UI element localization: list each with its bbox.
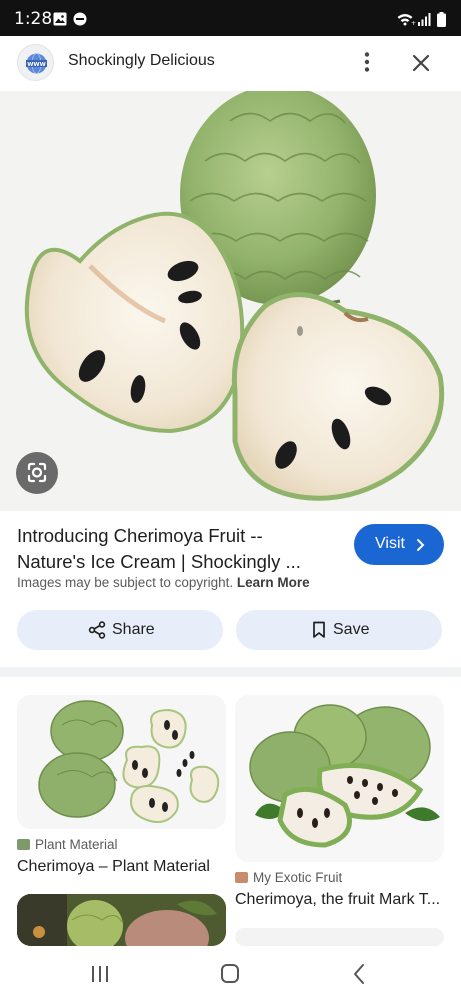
www-globe-icon: WWW (26, 53, 47, 74)
header-bar: WWW Shockingly Delicious (0, 36, 461, 91)
related-image-4[interactable] (235, 928, 444, 946)
related-source-2: My Exotic Fruit (235, 870, 342, 885)
learn-more-link[interactable]: Learn More (237, 575, 310, 590)
close-button[interactable] (405, 47, 437, 79)
system-navigation-bar (0, 946, 461, 1000)
copyright-text: Images may be subject to copyright. (17, 575, 234, 590)
share-icon (88, 621, 106, 639)
related-source-label-1: Plant Material (35, 837, 118, 852)
section-divider (0, 667, 461, 677)
home-button[interactable] (214, 960, 246, 988)
site-favicon: WWW (17, 44, 54, 81)
cherimoya-thumbnail (235, 695, 444, 862)
wifi-icon: + (397, 14, 416, 26)
back-icon (354, 964, 364, 984)
hero-image[interactable] (0, 91, 461, 511)
site-name[interactable]: Shockingly Delicious (68, 52, 215, 70)
related-image-plant-material[interactable] (17, 695, 226, 829)
recent-apps-icon (92, 966, 108, 982)
bookmark-icon (313, 621, 325, 638)
related-title-1[interactable]: Cherimoya – Plant Material (17, 858, 226, 876)
more-options-button[interactable] (352, 47, 382, 77)
result-title-line1: Introducing Cherimoya Fruit -- (17, 525, 263, 546)
recent-apps-button[interactable] (84, 960, 116, 988)
save-label: Save (333, 621, 370, 638)
status-bar: 1:28 + (0, 0, 461, 36)
svg-text:WWW: WWW (27, 62, 46, 68)
related-title-2[interactable]: Cherimoya, the fruit Mark T... (235, 891, 444, 909)
visit-button[interactable]: Visit (354, 524, 444, 565)
result-title-line2: Nature's Ice Cream | Shockingly ... (17, 551, 301, 572)
cherimoya-photo (0, 91, 461, 511)
my-exotic-fruit-favicon (235, 872, 248, 883)
share-label: Share (112, 621, 155, 638)
visit-label: Visit (375, 535, 405, 552)
google-lens-button[interactable] (16, 452, 58, 494)
related-source-label-2: My Exotic Fruit (253, 870, 343, 885)
more-vert-icon (364, 52, 370, 72)
signal-icon (418, 13, 431, 26)
related-image-my-exotic-fruit[interactable] (235, 695, 444, 862)
do-not-disturb-icon (73, 12, 87, 26)
related-image-3[interactable] (17, 894, 226, 946)
home-icon (221, 964, 239, 983)
chevron-right-icon (417, 539, 425, 551)
result-title[interactable]: Introducing Cherimoya Fruit -- Nature's … (17, 523, 337, 575)
cherimoya-thumbnail (17, 695, 226, 829)
copyright-notice: Images may be subject to copyright. Lear… (17, 575, 310, 590)
close-icon (412, 54, 430, 72)
status-time: 1:28 (14, 9, 53, 29)
share-button[interactable]: Share (17, 610, 223, 650)
back-button[interactable] (344, 960, 376, 988)
plant-material-favicon (17, 839, 30, 850)
image-icon (53, 12, 67, 26)
google-lens-icon (27, 462, 47, 483)
related-source-1: Plant Material (17, 837, 118, 852)
svg-text:+: + (411, 20, 416, 26)
cherimoya-thumbnail (17, 894, 226, 946)
battery-icon (437, 12, 446, 27)
save-button[interactable]: Save (236, 610, 442, 650)
